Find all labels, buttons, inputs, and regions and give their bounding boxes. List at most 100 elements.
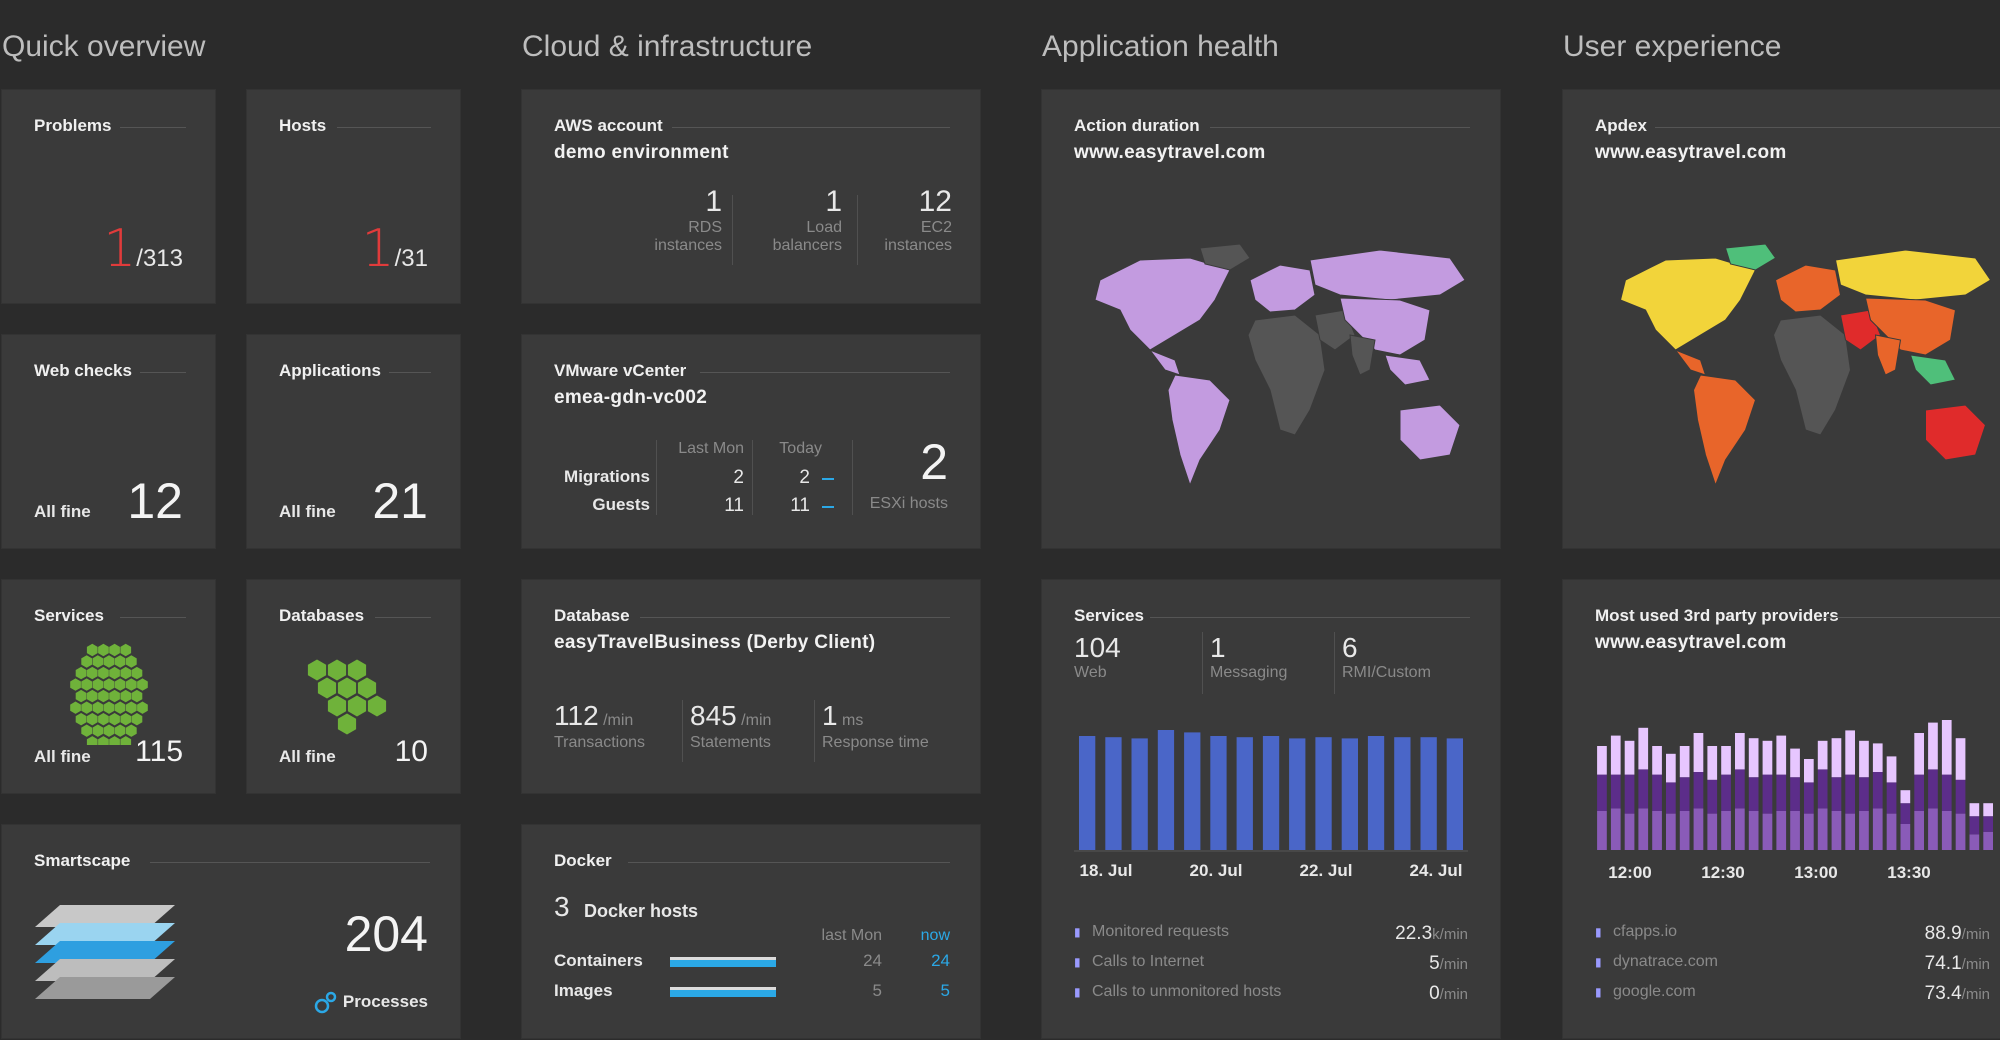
section-title-user-experience: User experience (1563, 30, 1782, 63)
aws-tile[interactable]: AWS account demo environment 1 RDS insta… (522, 90, 980, 303)
third-party-bar-segment (1817, 740, 1828, 770)
section-title-cloud: Cloud & infrastructure (522, 30, 813, 63)
third-party-bar-segment (1804, 782, 1814, 814)
third-party-bar-segment (1969, 803, 1980, 817)
hexagon-icon (114, 701, 126, 714)
third-party-bar-segment (1624, 740, 1635, 775)
third-party-bar-segment (1666, 813, 1676, 850)
third-party-bar-segment (1955, 813, 1966, 850)
docker-col-now: now (920, 927, 950, 944)
map-region-north-america (1619, 257, 1757, 351)
title-divider (672, 127, 950, 128)
services-metric-rmi: 6 RMI/Custom (1342, 632, 1431, 681)
hexagon-icon (70, 678, 81, 691)
docker-row-label: Containers (554, 951, 643, 970)
third-party-bar-segment (1914, 733, 1924, 775)
hexagon-icon (98, 666, 109, 680)
services-chart-title: Services (1074, 606, 1144, 625)
third-party-bar-segment (1845, 813, 1855, 850)
hexagon-icon (103, 701, 115, 714)
services-metric-web: 104 Web (1074, 632, 1121, 681)
vmware-row-last: 2 (733, 467, 744, 488)
services-bar (1079, 736, 1096, 850)
services-legend-row[interactable]: ▮ Monitored requests 22.3k/min (1074, 923, 1468, 953)
third-party-legend-row[interactable]: ▮ cfapps.io 88.9/min (1595, 923, 1990, 953)
hexagon-icon (120, 643, 132, 657)
third-party-bar-segment (1762, 813, 1773, 850)
hexagon-icon (98, 713, 109, 726)
third-party-bar-segment (1790, 777, 1800, 811)
hexagon-icon (92, 655, 104, 668)
third-party-bar-segment (1679, 777, 1690, 811)
third-party-bar-segment (1900, 824, 1911, 850)
divider (857, 195, 858, 265)
applications-tile[interactable]: Applications All fine 21 (247, 335, 460, 548)
services-value: 115 (135, 735, 183, 768)
hexagon-icon (367, 695, 387, 717)
x-tick-label: 22. Jul (1300, 861, 1353, 880)
hexagon-icon (81, 724, 92, 737)
third-party-bar-segment (1610, 774, 1621, 809)
hexagon-icon (120, 666, 132, 680)
services-legend-row[interactable]: ▮ Calls to unmonitored hosts 0/min (1074, 983, 1468, 1013)
bar-chart-icon: ▮ (1074, 925, 1081, 939)
third-party-tile[interactable]: Most used 3rd party providers www.easytr… (1563, 580, 2000, 1038)
docker-tile[interactable]: Docker 3 Docker hosts last Mon now Conta… (522, 825, 980, 1038)
services-tile[interactable]: Services All fine 115 (2, 580, 215, 793)
services-legend-row[interactable]: ▮ Calls to Internet 5/min (1074, 953, 1468, 983)
legend-value: 88.9/min (1924, 923, 1990, 944)
vmware-tile[interactable]: VMware vCenter emea-gdn-vc002 Last Mon T… (522, 335, 980, 548)
docker-row-label: Images (554, 981, 613, 1000)
third-party-bar-segment (1804, 759, 1814, 783)
apdex-tile[interactable]: Apdex www.easytravel.com (1563, 90, 2000, 548)
bar-chart-icon: ▮ (1074, 955, 1081, 969)
trend-flat-icon (822, 478, 834, 480)
problems-tile[interactable]: Problems 1/313 (2, 90, 215, 303)
docker-containers-bar (670, 957, 776, 967)
third-party-legend-row[interactable]: ▮ dynatrace.com 74.1/min (1595, 953, 1990, 983)
vmware-col-today: Today (779, 440, 822, 457)
third-party-legend-row[interactable]: ▮ google.com 73.4/min (1595, 983, 1990, 1013)
hexagon-icon (357, 677, 377, 699)
hexagon-icon (347, 659, 367, 681)
services-bar (1289, 738, 1306, 850)
hexagon-icon (347, 695, 367, 717)
hexagon-icon (137, 701, 148, 714)
database-tile[interactable]: Database easyTravelBusiness (Derby Clien… (522, 580, 980, 793)
third-party-bar-segment (1666, 753, 1676, 783)
map-region-europe (1774, 264, 1842, 313)
hosts-tile[interactable]: Hosts 1/31 (247, 90, 460, 303)
hexagon-icon (98, 689, 109, 703)
third-party-bar-segment (1638, 808, 1649, 850)
web-checks-title: Web checks (34, 361, 132, 380)
legend-label: Calls to Internet (1092, 953, 1205, 970)
third-party-bar-segment (1845, 774, 1855, 814)
third-party-bar-segment (1928, 769, 1938, 809)
smartscape-tile[interactable]: Smartscape 204 Processes (2, 825, 460, 1038)
services-chart-tile[interactable]: Services 104 Web 1 Messaging 6 RMI/Custo… (1042, 580, 1500, 1038)
database-title: Database (554, 606, 630, 625)
third-party-bar-segment (1748, 777, 1759, 811)
hexagon-icon (92, 701, 104, 714)
services-legend: ▮ Monitored requests 22.3k/min ▮ Calls to In… (1074, 923, 1468, 1013)
hexagon-icon (114, 655, 126, 668)
vmware-row-today: 11 (790, 495, 810, 516)
third-party-bar-segment (1707, 813, 1718, 850)
action-duration-tile[interactable]: Action duration www.easytravel.com (1042, 90, 1500, 548)
map-region-se-asia (1384, 354, 1431, 386)
bar-chart-icon: ▮ (1595, 985, 1602, 999)
title-divider (337, 127, 431, 128)
third-party-bar-segment (1735, 769, 1745, 809)
legend-value: 73.4/min (1924, 983, 1990, 1004)
databases-tile[interactable]: Databases All fine 10 (247, 580, 460, 793)
hexagon-icon (109, 689, 120, 703)
third-party-bar-segment (1748, 738, 1759, 778)
third-party-bar-segment (1831, 777, 1842, 811)
web-checks-tile[interactable]: Web checks All fine 12 (2, 335, 215, 548)
third-party-bar-segment (1941, 811, 1952, 850)
hexagon-icon (81, 655, 92, 668)
title-divider (1150, 617, 1470, 618)
title-divider (389, 372, 431, 373)
hexagon-icon (327, 659, 347, 681)
divider (1202, 632, 1203, 694)
